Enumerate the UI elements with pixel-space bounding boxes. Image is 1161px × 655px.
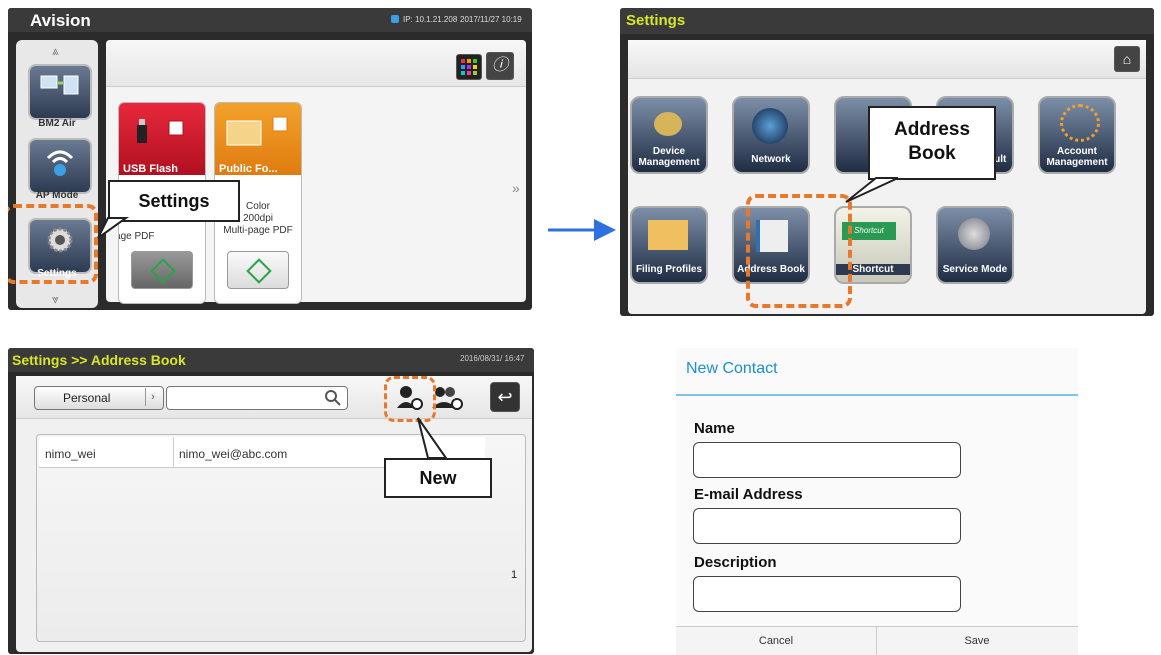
description-field[interactable]	[693, 576, 961, 612]
wifi-ap-icon	[46, 150, 74, 176]
flow-arrow-icon	[548, 219, 616, 241]
computer-transfer-icon	[40, 75, 79, 95]
new-contact-dialog: New Contact Name E-mail Address Descript…	[676, 348, 1078, 655]
network-icon	[391, 15, 399, 23]
scanner-home-screen: Avision IP: 10.1.21.208 2017/11/27 10:19…	[8, 8, 532, 310]
device-icon	[654, 112, 682, 136]
cancel-button[interactable]: Cancel	[676, 635, 876, 647]
highlight-address-book	[746, 194, 852, 308]
card-label: USB Flash	[123, 163, 179, 175]
type-select[interactable]: Personal ›	[34, 386, 164, 410]
back-icon[interactable]: ↩	[490, 382, 520, 412]
brand-logo: Avision	[30, 11, 91, 30]
info-icon[interactable]: ⓘ	[486, 52, 514, 80]
start-icon	[150, 258, 176, 284]
page-number: 1	[511, 569, 518, 581]
tile-service-mode[interactable]: Service Mode	[936, 206, 1014, 284]
page-title: Settings	[626, 12, 686, 29]
wrench-icon	[958, 218, 990, 250]
save-button[interactable]: Save	[877, 635, 1077, 647]
contact-name: nimo_wei	[45, 447, 96, 461]
settings-body: ⌂ Device Management Network E efault Acc…	[628, 40, 1146, 314]
status-bar: Avision IP: 10.1.21.208 2017/11/27 10:19	[8, 8, 532, 32]
globe-icon	[752, 108, 788, 144]
contact-email: nimo_wei@abc.com	[179, 447, 288, 461]
main-toolbar: ⓘ	[106, 40, 526, 87]
usb-icon	[137, 119, 184, 143]
start-icon	[246, 258, 272, 284]
start-scan-button[interactable]	[227, 251, 289, 289]
grid-view-icon[interactable]	[456, 54, 482, 80]
dialog-title: New Contact	[686, 360, 778, 377]
sidebar-item-bm2air[interactable]	[28, 64, 92, 120]
sidebar-label-apmode: AP Mode	[35, 190, 79, 201]
description-label: Description	[694, 554, 777, 571]
datetime: 2016/08/31/ 16:47	[460, 354, 525, 363]
folder-icon	[648, 220, 688, 250]
home-icon[interactable]: ⌂	[1114, 46, 1140, 72]
callout-pointer	[845, 177, 899, 203]
type-select-value: Personal	[63, 391, 111, 405]
address-book-screen: Settings >> Address Book 2016/08/31/ 16:…	[8, 348, 534, 654]
email-label: E-mail Address	[694, 486, 803, 503]
search-input[interactable]	[166, 386, 348, 410]
gears-icon	[1060, 104, 1100, 142]
main-area: ⓘ USB Flash page PDF Public Fo... Color	[106, 40, 526, 304]
more-arrow-icon[interactable]: »	[512, 180, 520, 196]
tile-account-management[interactable]: Account Management	[1038, 96, 1116, 174]
search-icon	[325, 390, 341, 406]
folder-icon	[226, 116, 288, 146]
name-label: Name	[694, 420, 735, 437]
callout-address-book: Address Book	[868, 106, 996, 180]
callout-pointer	[417, 417, 448, 459]
ip-address: IP: 10.1.21.208	[403, 15, 458, 24]
callout-pointer	[97, 217, 130, 239]
email-field[interactable]	[693, 508, 961, 544]
tile-network[interactable]: Network	[732, 96, 810, 174]
datetime: 2017/11/27 10:19	[460, 15, 522, 24]
sidebar-label-bm2air: BM2 Air	[38, 118, 76, 129]
address-book-body: Personal › ↩ nimo_wei nimo_wei@abc.com 1…	[16, 376, 532, 652]
scroll-up-icon[interactable]: ⩓	[52, 44, 59, 59]
sidebar-item-apmode[interactable]	[28, 138, 92, 194]
name-field[interactable]	[693, 442, 961, 478]
start-scan-button[interactable]	[131, 251, 193, 289]
dialog-buttons: Cancel Save	[676, 626, 1078, 655]
callout-new: New	[384, 458, 492, 498]
tile-filing-profiles[interactable]: Filing Profiles	[630, 206, 708, 284]
page-title: Settings >> Address Book	[12, 352, 186, 368]
chevron-right-icon: ›	[145, 388, 160, 406]
settings-screen: Settings ⌂ Device Management Network E e…	[620, 8, 1154, 316]
scroll-down-icon[interactable]: ⩔	[52, 292, 59, 307]
highlight-settings	[8, 204, 98, 284]
card-label: Public Fo...	[219, 163, 278, 175]
tile-device-management[interactable]: Device Management	[630, 96, 708, 174]
